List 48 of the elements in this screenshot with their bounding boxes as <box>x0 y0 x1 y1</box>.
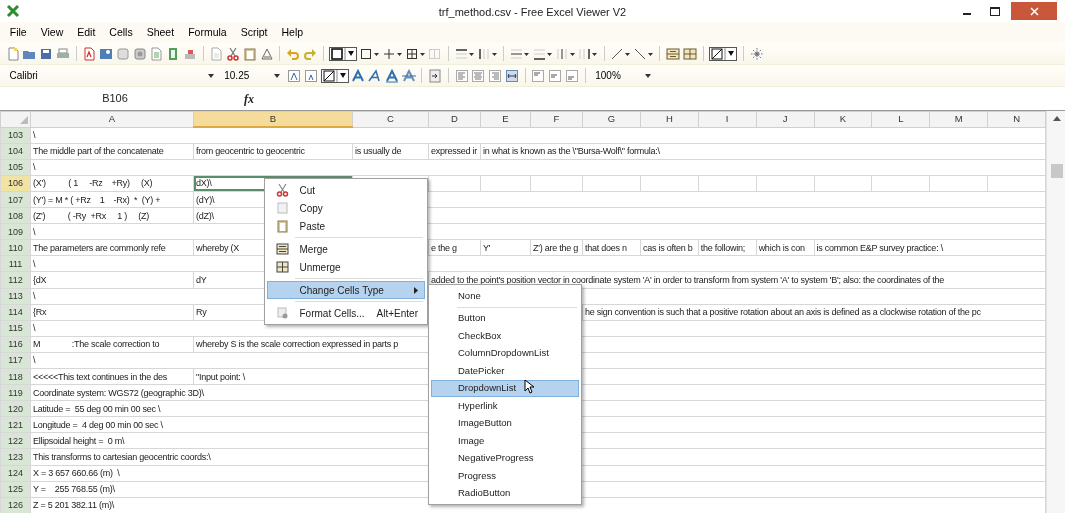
cell-text: added to the point's position vector in coordinate system 'A' in order to transform from system 'A' to system 'B'; also: the coordinates of the <box>431 275 945 285</box>
cell-text: \ <box>33 162 36 173</box>
cell-text: expressed ir <box>431 146 478 157</box>
cell-text: Longitude = 4 deg 00 min 00 sec \ <box>33 419 163 430</box>
cell-text: is common E&P survey practice: \ <box>816 242 943 253</box>
cell-text: he sign convention is such that a positive rotation about an axis is defined as a clockwise rotation of the pc <box>585 307 981 318</box>
cell-text: M :The scale correction to <box>33 339 160 350</box>
cell-text: Y' <box>483 242 491 253</box>
cell-text: Z = 5 201 382.11 (m)\ <box>33 500 114 511</box>
cell-text: e the g <box>431 242 457 253</box>
cell-text: The parameters are commonly refe <box>33 242 166 253</box>
cell-text: \ <box>33 226 36 237</box>
cell-text: dY <box>196 275 207 285</box>
cell-text: (Y') = M * ( +Rz 1 -Rx) * (Y) + <box>33 194 161 205</box>
cell-text: "Input point: \ <box>196 371 245 382</box>
cell-text: Y = 255 768.55 (m)\ <box>33 484 115 495</box>
cell-text: The middle part of the concatenate <box>33 146 164 157</box>
cell-text: the followin; <box>700 242 746 253</box>
shortcut-text: Alt+Enter <box>376 306 418 321</box>
cell-text: Ry <box>196 307 207 318</box>
cell-text: Ellipsoidal height = 0 m\ <box>33 435 125 446</box>
cell-text: Z') are the g <box>533 242 578 253</box>
cell-text: \ <box>33 291 36 302</box>
cell-text: (dY)\ <box>196 194 215 205</box>
cell-text: from geocentric to geocentric <box>196 146 305 157</box>
cell-text: (dZ)\ <box>196 210 214 221</box>
cell-text: \ <box>33 130 36 141</box>
cell-text: which is con <box>758 242 805 253</box>
cell-text: Coordinate system: WGS72 (geographic 3D)\ <box>33 387 204 398</box>
cell-text: in what is known as the \"Bursa-Wolf\" formula:\ <box>483 146 660 157</box>
cell-text: (X') ( 1 -Rz +Ry) (X) <box>33 178 153 189</box>
cell-text: cas is often b <box>642 242 693 253</box>
cell-text: is usually de <box>355 146 402 157</box>
cell-text: \ <box>33 258 36 269</box>
cell-text: (Z') ( -Ry +Rx 1 ) (Z) <box>33 210 149 221</box>
cell-text: <<<<<This text continues in the des <box>33 371 168 382</box>
cell-text: dX)\ <box>196 178 212 189</box>
cell-text: whereby (X <box>196 242 240 253</box>
cell-text: X = 3 657 660.66 (m) \ <box>33 468 120 479</box>
window-title: trf_method.csv - Free Excel Viewer V2 <box>438 5 627 20</box>
cell-text: \ <box>33 355 36 366</box>
cell-text: This transforms to cartesian geocentric coords:\ <box>33 452 211 462</box>
cell-text: that does n <box>585 242 627 253</box>
cell-text: {dX <box>33 275 47 285</box>
cell-text: Latitude = 55 deg 00 min 00 sec \ <box>33 403 161 414</box>
cell-text: whereby S is the scale correction expressed in parts p <box>196 339 399 350</box>
cell-text: \ <box>33 323 36 334</box>
cell-text: {Rx <box>33 307 47 318</box>
